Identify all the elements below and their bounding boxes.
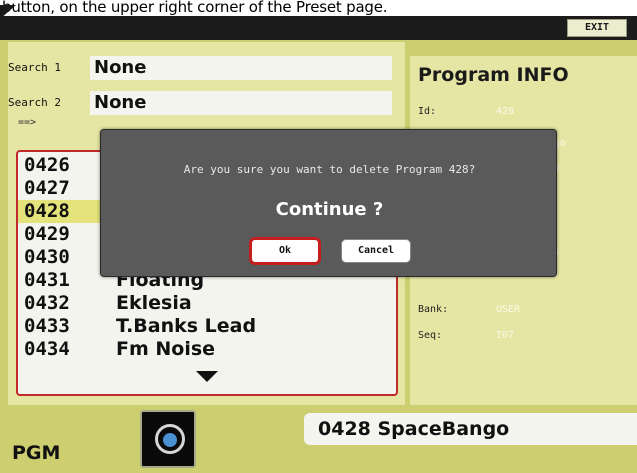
preset-screen: EXIT Search 1 None Search 2 None ==> 042… bbox=[0, 16, 637, 473]
ok-button[interactable]: Ok bbox=[249, 237, 321, 265]
encoder-knob-icon[interactable] bbox=[140, 410, 196, 468]
top-bar: EXIT bbox=[0, 16, 637, 40]
cancel-button[interactable]: Cancel bbox=[341, 239, 411, 263]
search-2-field[interactable]: None bbox=[90, 91, 392, 115]
search-2-label: Search 2 bbox=[8, 96, 61, 109]
program-number: 0432 bbox=[24, 292, 70, 314]
info-value: 428 bbox=[496, 106, 515, 117]
info-value: I07 bbox=[496, 330, 515, 341]
list-item[interactable]: 0433 T.Banks Lead bbox=[18, 315, 396, 338]
info-value: USER bbox=[496, 304, 521, 315]
info-key: Seq: bbox=[418, 330, 443, 341]
search-1-field[interactable]: None bbox=[90, 56, 392, 80]
dialog-message: Are you sure you want to delete Program … bbox=[183, 163, 476, 176]
program-number: 0434 bbox=[24, 338, 70, 360]
program-number: 0433 bbox=[24, 315, 70, 337]
dialog-question: Continue ? bbox=[275, 199, 384, 220]
arrow-indicator: ==> bbox=[18, 117, 37, 128]
bottom-bar: PGM 0428 SpaceBango bbox=[0, 405, 637, 473]
info-key: Id: bbox=[418, 106, 437, 117]
program-name: Fm Noise bbox=[116, 338, 216, 360]
knob-dot-icon bbox=[163, 433, 177, 447]
list-item[interactable]: 0434 Fm Noise bbox=[18, 338, 396, 361]
current-program-display: 0428 SpaceBango bbox=[304, 413, 637, 445]
scroll-down-icon[interactable] bbox=[196, 371, 218, 382]
list-item[interactable]: 0432 Eklesia bbox=[18, 292, 396, 315]
info-title: Program INFO bbox=[418, 64, 569, 86]
search-1-label: Search 1 bbox=[8, 61, 61, 74]
pgm-label: PGM bbox=[12, 442, 61, 464]
program-name: T.Banks Lead bbox=[116, 315, 257, 337]
instruction-caption: button, on the upper right corner of the… bbox=[0, 0, 637, 16]
info-key: Bank: bbox=[418, 304, 449, 315]
delete-confirm-dialog: Are you sure you want to delete Program … bbox=[100, 129, 557, 277]
exit-button[interactable]: EXIT bbox=[567, 19, 627, 37]
program-name: Eklesia bbox=[116, 292, 192, 314]
